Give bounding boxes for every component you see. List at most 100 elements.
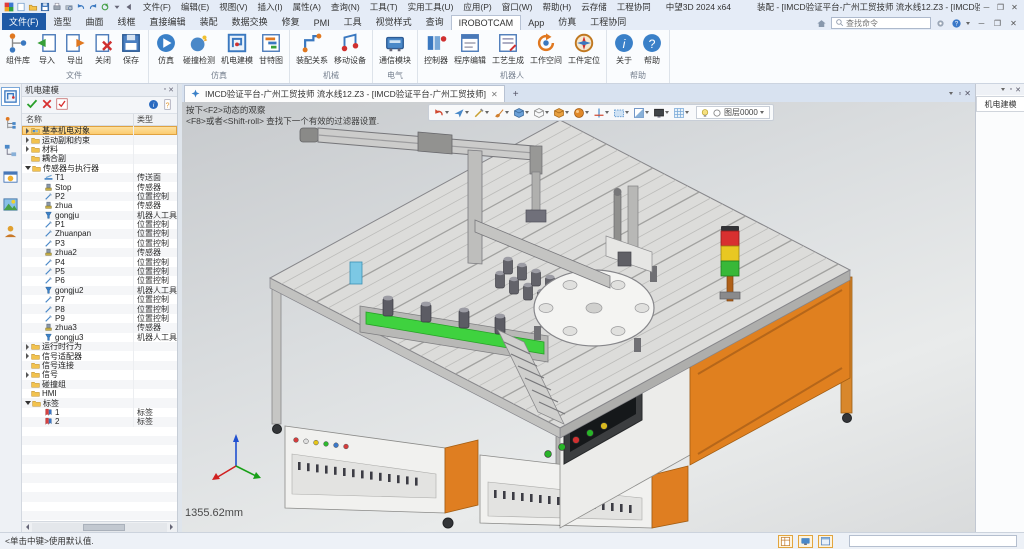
menu-帮助H[interactable]: 帮助(H) — [537, 1, 576, 13]
tree-row-Zhuanpan[interactable]: Zhuanpan位置控制 — [22, 229, 177, 238]
view-monitor-button[interactable] — [652, 107, 672, 119]
tree-row-信号[interactable]: 信号 — [22, 370, 177, 379]
doc-minimize-icon[interactable]: ─ — [975, 18, 988, 29]
tree-row-碰撞组[interactable]: 碰撞组 — [22, 380, 177, 389]
dropdown-caret-icon[interactable] — [485, 111, 489, 114]
ribbon-button-工件定位[interactable]: 工件定位 — [565, 31, 603, 70]
scrollbar-thumb[interactable] — [83, 524, 125, 531]
gripper[interactable] — [526, 210, 546, 222]
scroll-right-icon[interactable] — [167, 523, 176, 532]
tree-row-P3[interactable]: P3位置控制 — [22, 239, 177, 248]
menu-视图V[interactable]: 视图(V) — [214, 1, 252, 13]
tree-row-zhua3[interactable]: zhua3传感器 — [22, 323, 177, 332]
ribbon-button-保存[interactable]: 保存 — [117, 31, 145, 70]
ribbon-tab-装配[interactable]: 装配 — [193, 13, 225, 30]
tree-row-标签[interactable]: 标签 — [22, 398, 177, 407]
command-search-box[interactable] — [831, 17, 931, 29]
3d-viewport[interactable]: 按下<F2>动态的观察<F8>或者<Shift-roll> 查找下一个有效的过滤… — [182, 102, 975, 532]
tree-row-1[interactable]: 1标签 — [22, 408, 177, 417]
refresh-button[interactable] — [100, 2, 110, 12]
tree-row-P9[interactable]: P9位置控制 — [22, 314, 177, 323]
tree-row-运动副和约束[interactable]: 运动副和约束 — [22, 135, 177, 144]
status-window-button[interactable] — [818, 535, 833, 548]
ribbon-tab-视觉样式[interactable]: 视觉样式 — [369, 13, 419, 30]
ribbon-button-工艺生成[interactable]: 工艺生成 — [489, 31, 527, 70]
tree-row-P6[interactable]: P6位置控制 — [22, 276, 177, 285]
restore-icon[interactable]: ❐ — [994, 2, 1007, 13]
menu-文件F[interactable]: 文件(F) — [138, 1, 176, 13]
ribbon-tab-曲面[interactable]: 曲面 — [79, 13, 111, 30]
ribbon-tab-查询[interactable]: 查询 — [419, 13, 451, 30]
tree-row-基本机电对象[interactable]: 基本机电对象 — [22, 126, 177, 135]
print-preview-button[interactable] — [64, 2, 74, 12]
scroll-left-icon[interactable] — [23, 523, 32, 532]
dropdown-caret-icon[interactable] — [685, 111, 689, 114]
clip-plane-button[interactable] — [632, 107, 652, 119]
doc-restore-icon[interactable]: ❐ — [991, 18, 1004, 29]
print-button[interactable] — [52, 2, 62, 12]
expander-icon[interactable] — [26, 372, 29, 378]
expander-icon[interactable] — [26, 146, 29, 152]
tree-row-P1[interactable]: P1位置控制 — [22, 220, 177, 229]
dropdown-caret-icon[interactable] — [665, 111, 669, 114]
ribbon-button-导入[interactable]: 导入 — [33, 31, 61, 70]
window-settings-tab[interactable] — [1, 168, 20, 187]
cube-wireframe-button[interactable] — [532, 107, 552, 119]
tree-row-Stop[interactable]: Stop传感器 — [22, 182, 177, 191]
search-input[interactable] — [846, 19, 927, 28]
ribbon-tab-造型[interactable]: 造型 — [47, 13, 79, 30]
dock-caret-icon[interactable] — [1001, 88, 1005, 91]
menu-云存储[interactable]: 云存储 — [576, 1, 612, 13]
menu-实用工具U[interactable]: 实用工具(U) — [403, 1, 459, 13]
status-monitor-button[interactable] — [798, 535, 813, 548]
tree-row-2[interactable]: 2标签 — [22, 417, 177, 426]
new-tab-icon[interactable]: + — [508, 87, 524, 102]
cube-colored-button[interactable] — [552, 107, 572, 119]
expander-icon[interactable] — [25, 401, 31, 405]
close-icon[interactable]: ✕ — [1008, 2, 1021, 13]
tree-row-P7[interactable]: P7位置控制 — [22, 295, 177, 304]
ribbon-tab-数据交换[interactable]: 数据交换 — [225, 13, 275, 30]
ribbon-button-仿真[interactable]: 仿真 — [152, 31, 180, 70]
home-icon[interactable] — [815, 18, 828, 29]
menu-应用P[interactable]: 应用(P) — [458, 1, 496, 13]
ribbon-button-关闭[interactable]: 关闭 — [89, 31, 117, 70]
ribbon-button-装配关系[interactable]: 装配关系 — [293, 31, 331, 70]
help-caret-icon[interactable] — [966, 22, 970, 25]
menu-插入I[interactable]: 插入(I) — [253, 1, 288, 13]
panel-close-icon[interactable]: ✕ — [168, 86, 174, 94]
accept-check-button[interactable] — [26, 98, 38, 112]
tree-row-P8[interactable]: P8位置控制 — [22, 304, 177, 313]
render-ball-button[interactable] — [572, 107, 592, 119]
menu-窗口W[interactable]: 窗口(W) — [497, 1, 538, 13]
tree-row-信号连接[interactable]: 信号连接 — [22, 361, 177, 370]
ribbon-button-甘特图[interactable]: 甘特图 — [256, 31, 286, 70]
gear-icon[interactable] — [934, 18, 947, 29]
column-type[interactable]: 类型 — [134, 114, 153, 125]
ribbon-button-关于[interactable]: i关于 — [610, 31, 638, 70]
dropdown-caret-icon[interactable] — [465, 111, 469, 114]
view-undo-button[interactable] — [432, 107, 452, 119]
ribbon-tab-直接编辑[interactable]: 直接编辑 — [143, 13, 193, 30]
ribbon-tab-修复[interactable]: 修复 — [275, 13, 307, 30]
manager-tree-tab[interactable] — [1, 114, 20, 133]
mechatronics-panel-tab[interactable] — [1, 87, 20, 106]
dropdown-caret-icon[interactable] — [525, 111, 529, 114]
redo-button[interactable] — [88, 2, 98, 12]
view-paint-button[interactable] — [492, 107, 512, 119]
ribbon-tab-工具[interactable]: 工具 — [337, 13, 369, 30]
tree-row-运行时行为[interactable]: 运行时行为 — [22, 342, 177, 351]
tree-row-耦合副[interactable]: 耦合副 — [22, 154, 177, 163]
save-file-button[interactable] — [40, 2, 50, 12]
cancel-cross-button[interactable] — [41, 98, 53, 112]
dock-tab-mechatronics[interactable]: 机电建模 — [976, 96, 1024, 112]
tree-row-信号适配器[interactable]: 信号适配器 — [22, 351, 177, 360]
ribbon-tab-App[interactable]: App — [521, 16, 551, 30]
dropdown-caret-icon[interactable] — [625, 111, 629, 114]
menu-查询N[interactable]: 查询(N) — [326, 1, 365, 13]
dropdown-caret-icon[interactable] — [445, 111, 449, 114]
layer-caret-icon[interactable] — [760, 111, 764, 114]
zw3d-logo-button[interactable] — [4, 2, 14, 12]
ribbon-button-帮助[interactable]: ?帮助 — [638, 31, 666, 70]
doc-close2-icon[interactable]: ✕ — [964, 89, 971, 98]
